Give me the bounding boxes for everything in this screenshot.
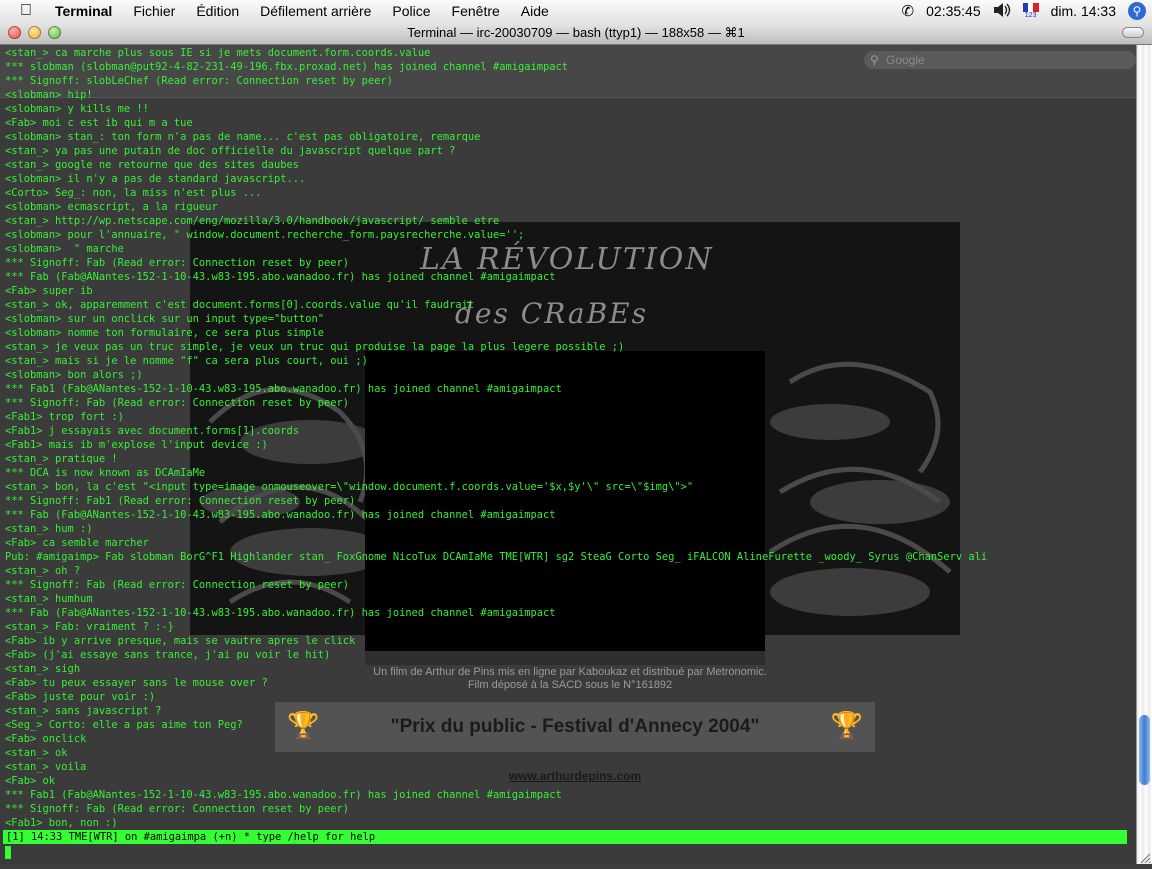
terminal-line: <Fab1> j essayais avec document.forms[1]… — [5, 425, 300, 437]
terminal-line: <stan_> http://wp.netscape.com/eng/mozil… — [5, 215, 500, 227]
terminal-line: <Fab> onclick — [5, 733, 87, 745]
terminal-line: *** Signoff: Fab (Read error: Connection… — [5, 579, 350, 591]
terminal-line: <stan_> hum :) — [5, 523, 93, 535]
terminal-line: *** Signoff: Fab1 (Read error: Connectio… — [5, 495, 356, 507]
terminal-line: *** Signoff: Fab (Read error: Connection… — [5, 803, 350, 815]
terminal-line: *** Fab (Fab@ANantes-152-1-10-43.w83-195… — [5, 509, 556, 521]
terminal-line: <slobman> " marche — [5, 243, 124, 255]
menu-extras: ✆ 02:35:45 123 dim. 14:33 ⚲ — [902, 0, 1152, 22]
terminal-line: *** Fab (Fab@ANantes-152-1-10-43.w83-195… — [5, 607, 556, 619]
terminal-line: <slobman> sur un onclick sur un input ty… — [5, 313, 325, 325]
phone-icon[interactable]: ✆ — [902, 2, 915, 20]
terminal-line: *** Fab1 (Fab@ANantes-152-1-10-43.w83-19… — [5, 383, 562, 395]
spotlight-icon[interactable]: ⚲ — [1128, 2, 1146, 20]
input-menu-flag-icon[interactable]: 123 — [1022, 2, 1039, 20]
terminal-line: <slobman> pour l'annuaire, " window.docu… — [5, 229, 525, 241]
terminal-line: <Fab> ca semble marcher — [5, 537, 149, 549]
terminal-line: <Fab> moi c est ib qui m a tue — [5, 117, 193, 129]
terminal-line: *** DCA is now known as DCAmIaMe — [5, 467, 206, 479]
irc-status-bar: [1] 14:33 TME[WTR] on #amigaimpa (+n) * … — [3, 830, 1127, 844]
terminal-line: *** Signoff: slobLeChef (Read error: Con… — [5, 75, 393, 87]
vertical-scrollbar[interactable] — [1136, 45, 1152, 864]
volume-icon[interactable] — [993, 2, 1011, 21]
terminal-line: *** Signoff: Fab (Read error: Connection… — [5, 397, 350, 409]
terminal-line: <slobman> stan_: ton form n'a pas de nam… — [5, 131, 481, 143]
terminal-line: <Fab> ib y arrive presque, mais se vautr… — [5, 635, 356, 647]
terminal-line: <Fab1> trop fort :) — [5, 411, 124, 423]
terminal-line: <Fab1> bon, non :) — [5, 817, 118, 829]
terminal-line: <slobman> bon alors ;) — [5, 369, 143, 381]
menu-fenetre[interactable]: Fenêtre — [452, 3, 500, 19]
toolbar-toggle-button[interactable] — [1122, 27, 1144, 38]
terminal-line: <stan_> sigh — [5, 663, 81, 675]
terminal-line: <Fab1> mais ib m'explose l'input device … — [5, 439, 268, 451]
terminal-line: <stan_> mais si je le nomme "f" ca sera … — [5, 355, 368, 367]
terminal-line: <Fab> ok — [5, 775, 56, 787]
terminal-line: *** Signoff: Fab (Read error: Connection… — [5, 257, 350, 269]
clock[interactable]: 02:35:45 — [926, 3, 981, 19]
menu-bar:  Terminal Fichier Édition Défilement ar… — [0, 0, 1152, 23]
terminal-line: <stan_> ya pas une putain de doc officie… — [5, 145, 456, 157]
menu-defilement-arriere[interactable]: Défilement arrière — [260, 3, 371, 19]
terminal-line: <stan_> voila — [5, 761, 87, 773]
terminal-line: <slobman> hip! — [5, 89, 93, 101]
window-title: Terminal — irc-20030709 — bash (ttyp1) —… — [407, 25, 745, 40]
terminal-line: <Fab> super ib — [5, 285, 93, 297]
menu-edition[interactable]: Édition — [196, 3, 239, 19]
terminal-line: <slobman> y kills me !! — [5, 103, 149, 115]
menu-fichier[interactable]: Fichier — [133, 3, 175, 19]
terminal-line: <stan_> bon, la c'est "<input type=image… — [5, 481, 694, 493]
menu-aide[interactable]: Aide — [521, 3, 549, 19]
terminal-line: <stan_> ok, apparemment c'est document.f… — [5, 299, 475, 311]
terminal-line: <slobman> il n'y a pas de standard javas… — [5, 173, 306, 185]
terminal-line: <stan_> google ne retourne que des sites… — [5, 159, 300, 171]
scrollbar-thumb[interactable] — [1139, 715, 1150, 785]
terminal-line: <stan_> Fab: vraiment ? :-} — [5, 621, 174, 633]
terminal-line: <Corto> Seg_: non, la miss n'est plus ..… — [5, 187, 262, 199]
resize-grip-icon[interactable] — [1136, 850, 1152, 864]
date-time[interactable]: dim. 14:33 — [1051, 3, 1116, 19]
terminal-line: <slobman> nomme ton formulaire, ce sera … — [5, 327, 325, 339]
terminal-line: <stan_> humhum — [5, 593, 93, 605]
terminal-line: <stan_> ca marche plus sous IE si je met… — [5, 47, 431, 59]
terminal-line: <Fab> juste pour voir :) — [5, 691, 156, 703]
terminal-line: <Fab> (j'ai essaye sans trance, j'ai pu … — [5, 649, 331, 661]
menu-terminal[interactable]: Terminal — [55, 3, 112, 19]
terminal-line: <slobman> ecmascript, a la rigueur — [5, 201, 218, 213]
terminal-line: *** slobman (slobman@put92-4-82-231-49-1… — [5, 61, 569, 73]
terminal-line: Pub: #amigaimp> Fab slobman BorG^F1 High… — [5, 551, 988, 563]
terminal-line: <Seg_> Corto: elle a pas aime ton Peg? — [5, 719, 243, 731]
menu-list: Terminal Fichier Édition Défilement arri… — [55, 0, 570, 22]
terminal-line: <stan_> je veux pas un truc simple, je v… — [5, 341, 625, 353]
terminal-line: *** Fab (Fab@ANantes-152-1-10-43.w83-195… — [5, 271, 556, 283]
terminal-line: <stan_> pratique ! — [5, 453, 118, 465]
apple-menu-icon[interactable]:  — [20, 2, 32, 20]
terminal-output[interactable]: <stan_> ca marche plus sous IE si je met… — [5, 46, 1130, 830]
terminal-window: Terminal — irc-20030709 — bash (ttyp1) —… — [0, 22, 1152, 864]
text-cursor — [5, 846, 11, 859]
terminal-line: <stan_> oh ? — [5, 565, 81, 577]
terminal-line: <stan_> ok — [5, 747, 68, 759]
terminal-line: *** Fab1 (Fab@ANantes-152-1-10-43.w83-19… — [5, 789, 562, 801]
terminal-line: <stan_> sans javascript ? — [5, 705, 162, 717]
menu-police[interactable]: Police — [392, 3, 430, 19]
terminal-line: <Fab> tu peux essayer sans le mouse over… — [5, 677, 268, 689]
window-titlebar[interactable]: Terminal — irc-20030709 — bash (ttyp1) —… — [0, 22, 1152, 45]
